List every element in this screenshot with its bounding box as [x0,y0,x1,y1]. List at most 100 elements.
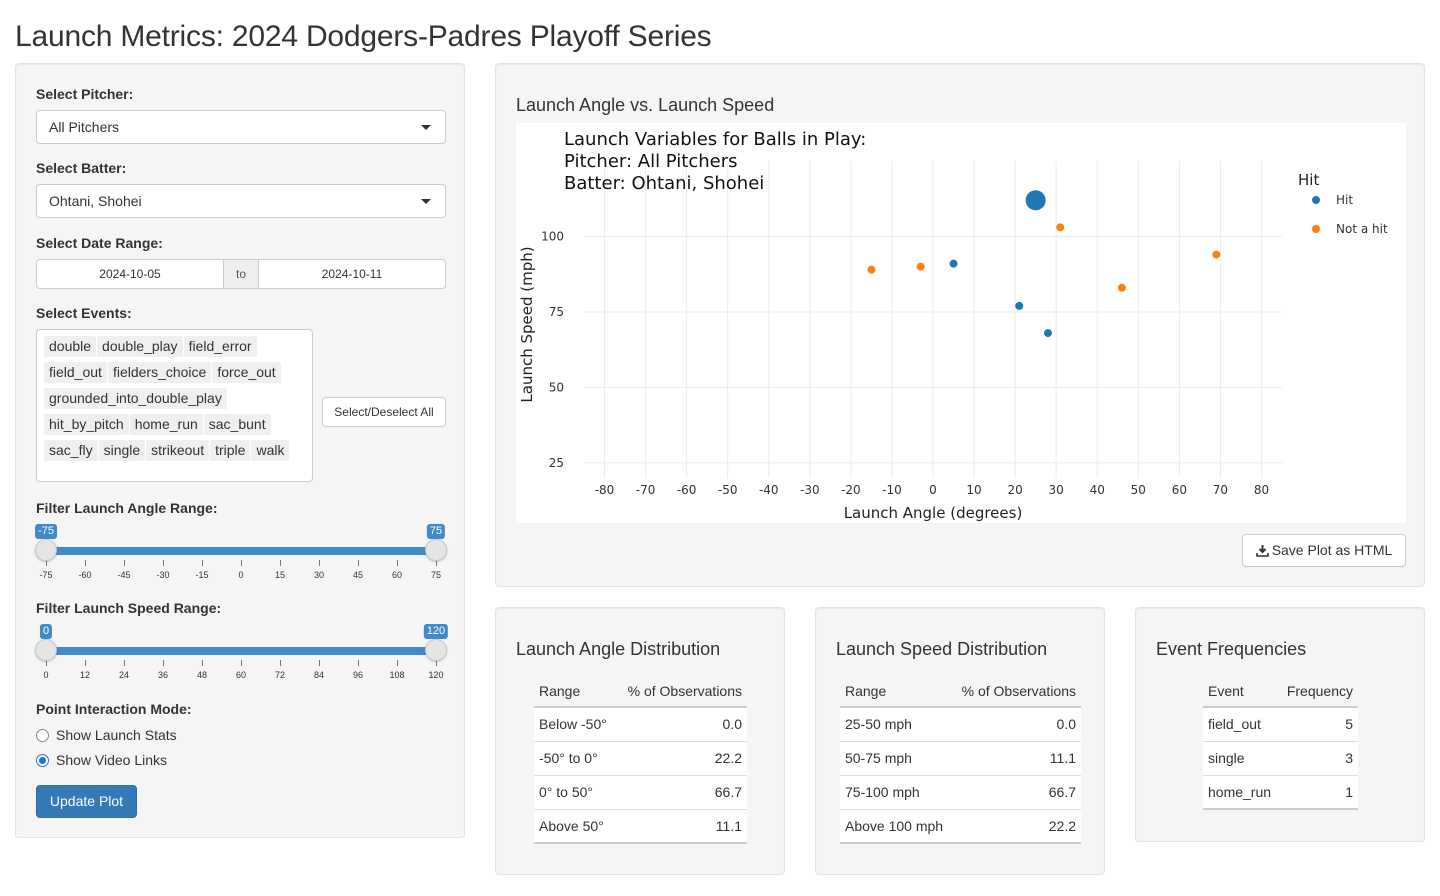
speed-range-slider[interactable]: 0 12 24 36 48 60 72 84 96 108 120 0 120 [35,624,449,684]
event-tag[interactable]: home_run [129,414,203,435]
slider-tick-label: 60 [235,670,247,680]
event-tag[interactable]: field_out [44,362,107,383]
event-tag[interactable]: grounded_into_double_play [44,388,227,409]
update-plot-button[interactable]: Update Plot [36,785,137,818]
event-freq-table: Event Frequency field_out 5 single 3 home_run 1 [1203,676,1358,810]
table-header: Range [840,676,953,708]
angle-filter-label: Filter Launch Angle Range: [36,500,218,516]
date-end-input[interactable]: 2024-10-11 [259,260,445,288]
x-tick-label: -10 [882,483,902,497]
event-tag[interactable]: triple [210,440,251,461]
radio-circle[interactable] [36,728,49,742]
event-tag[interactable]: sac_bunt [203,414,271,435]
slider-track[interactable] [46,547,436,555]
table-row: field_out 5 [1203,707,1358,742]
scatter-point[interactable] [1056,223,1065,232]
slider-tick [280,560,281,566]
slider-ticks [46,560,437,566]
slider-tick-label: 72 [274,670,286,680]
radio-show-launch-stats[interactable]: Show Launch Stats [36,727,177,743]
legend-marker[interactable] [1312,196,1320,204]
sidebar-panel: Select Pitcher: All Pitchers Select Batt… [15,63,465,838]
event-tag[interactable]: single [98,440,146,461]
radio-circle[interactable] [36,753,49,767]
pitcher-label: Select Pitcher: [36,86,134,102]
table-cell: 22.2 [615,741,747,776]
scatter-point[interactable] [1212,250,1221,259]
slider-tick-label: -75 [39,570,53,580]
pitcher-select[interactable]: All Pitchers [36,110,446,144]
x-tick-label: 50 [1131,483,1146,497]
slider-handle-high[interactable] [425,539,447,561]
slider-value-high: 120 [423,624,449,639]
events-multiselect[interactable]: double double_play field_error field_out fie… [36,329,313,482]
scatter-point[interactable] [1117,283,1126,292]
table-cell: 0° to 50° [534,775,616,810]
slider-tick-label: 30 [313,570,325,580]
table-cell: 11.1 [615,809,747,844]
table-cell: 5 [1278,707,1358,742]
table-header-row: Range% of Observations [534,676,747,708]
table-header: Frequency [1278,676,1358,708]
slider-tick [202,560,203,566]
save-plot-button[interactable]: Save Plot as HTML [1242,534,1406,567]
scatter-point[interactable] [1043,329,1052,338]
x-tick-label: 40 [1090,483,1105,497]
slider-tick-label: 108 [389,670,405,680]
event-tag[interactable]: double_play [97,336,183,357]
legend-marker[interactable] [1312,225,1320,233]
event-tag[interactable]: fielders_choice [107,362,212,383]
scatter-point[interactable] [1015,301,1024,310]
table-cell: Above 50° [534,809,616,844]
slider-track[interactable] [46,647,436,655]
scatter-chart[interactable]: -80 -70 -60 -50 -40 -30 -20 -10 0 10 20 30 40 50 60 70 8… [516,123,1406,523]
angle-dist-table: Range% of Observations Below -50° 0.0 -50° … [534,676,747,844]
event-tag[interactable]: strikeout [146,440,210,461]
table-cell: 1 [1278,775,1358,810]
slider-tick-label: 0 [238,570,244,580]
slider-tick-label: -60 [78,570,92,580]
date-start-input[interactable]: 2024-10-05 [37,260,223,288]
slider-tick-label: -45 [117,570,131,580]
radio-show-video-links[interactable]: Show Video Links [36,752,167,768]
event-tag[interactable]: field_error [183,336,257,357]
event-tag[interactable]: force_out [212,362,281,383]
angle-range-slider[interactable]: -75 -60 -45 -30 -15 0 15 30 45 60 75 -75 75 [35,524,447,584]
table-cell: 66.7 [952,775,1081,810]
table-cell: 50-75 mph [840,741,953,776]
table-row: 25-50 mph 0.0 [840,707,1081,742]
slider-tick [319,560,320,566]
slider-tick [397,660,398,666]
event-tag[interactable]: hit_by_pitch [44,414,129,435]
event-tag[interactable]: sac_fly [44,440,98,461]
slider-handle-low[interactable] [35,639,57,661]
table-row: 0° to 50° 66.7 [534,775,747,810]
event-tag[interactable]: double [44,336,97,357]
scatter-point[interactable] [949,259,958,268]
legend-label[interactable]: Hit [1336,193,1353,207]
slider-tick [241,560,242,566]
table-cell: Below -50° [534,707,616,742]
legend-label[interactable]: Not a hit [1336,222,1388,236]
slider-value-high: 75 [426,524,446,539]
plot-area[interactable]: -80 -70 -60 -50 -40 -30 -20 -10 0 10 20 30 40 50 60 70 8… [516,123,1406,523]
table-cell: Above 100 mph [840,809,953,844]
slider-tick [397,560,398,566]
table-cell: 66.7 [615,775,747,810]
slider-handle-low[interactable] [35,539,57,561]
angle-dist-panel: Launch Angle Distribution Range% of Obse… [495,607,785,875]
table-row: single 3 [1203,741,1358,776]
select-deselect-all-button[interactable]: Select/Deselect All [322,397,446,427]
table-header: % of Observations [952,676,1081,708]
x-tick-label: -30 [800,483,820,497]
table-cell: 0.0 [952,707,1081,742]
chevron-down-icon [421,199,431,204]
event-tag[interactable]: walk [251,440,290,461]
slider-handle-high[interactable] [425,639,447,661]
table-cell: 3 [1278,741,1358,776]
scatter-point[interactable] [916,262,925,271]
scatter-point[interactable] [867,265,876,274]
scatter-point[interactable] [1025,190,1046,211]
batter-select[interactable]: Ohtani, Shohei [36,184,446,218]
legend-title: Hit [1298,171,1319,189]
